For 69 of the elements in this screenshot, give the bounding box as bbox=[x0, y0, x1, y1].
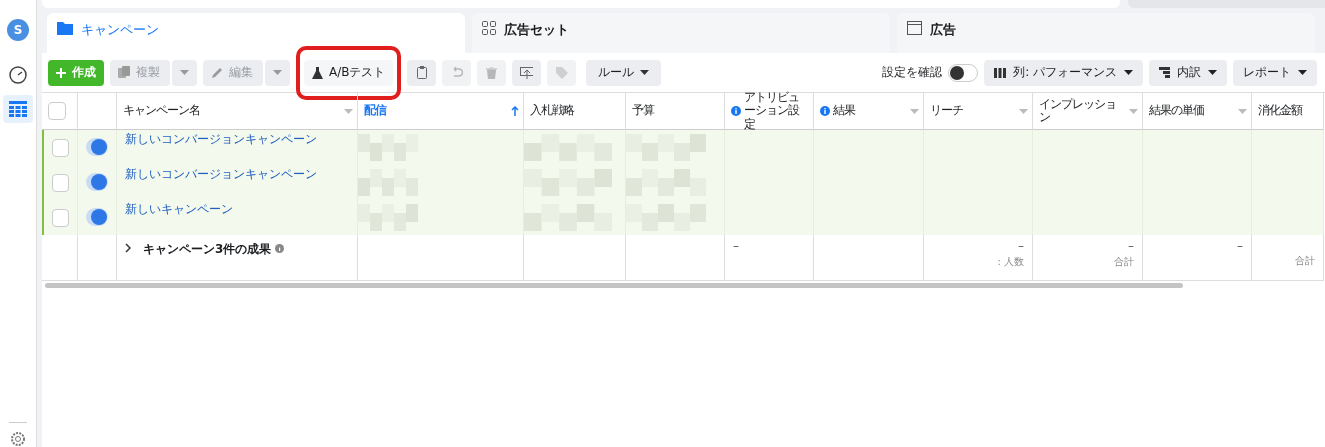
clipboard-button[interactable] bbox=[407, 59, 437, 86]
caret-icon bbox=[1129, 108, 1138, 114]
table-cell bbox=[42, 235, 78, 281]
breakdown-dropdown[interactable]: 内訳 bbox=[1149, 59, 1227, 86]
tab[interactable]: 広告 bbox=[897, 13, 1315, 53]
chevron-right-icon[interactable] bbox=[125, 243, 131, 253]
folder-icon bbox=[57, 21, 73, 35]
dropdown-button[interactable] bbox=[172, 59, 197, 86]
tag-icon bbox=[556, 66, 568, 79]
table-cell bbox=[1252, 130, 1324, 165]
caret-icon bbox=[1298, 70, 1307, 75]
export-icon bbox=[520, 66, 534, 79]
report-dropdown[interactable]: レポート bbox=[1233, 59, 1317, 86]
total-note: 合計 bbox=[1295, 254, 1315, 268]
total-note: : 人数 bbox=[997, 255, 1024, 269]
copy-icon bbox=[118, 66, 130, 79]
caret-icon bbox=[180, 70, 189, 75]
caret-icon bbox=[1124, 70, 1133, 75]
rules-button[interactable]: ルール bbox=[586, 59, 662, 86]
total-note: 合計 bbox=[1114, 255, 1134, 269]
campaign-toggle[interactable] bbox=[86, 208, 108, 226]
gauge-icon bbox=[9, 66, 27, 84]
total-value: – bbox=[1128, 239, 1134, 253]
campaign-link[interactable]: 新しいキャンペーン bbox=[125, 201, 233, 218]
campaign-link[interactable]: 新しいコンバージョンキャンペーン bbox=[125, 166, 317, 183]
window-icon bbox=[907, 21, 922, 35]
campaign-toggle[interactable] bbox=[86, 138, 108, 156]
clipboard-icon bbox=[417, 66, 427, 79]
flask-icon bbox=[312, 66, 323, 79]
row-checkbox[interactable] bbox=[52, 174, 69, 192]
ab-test-button[interactable]: A/Bテスト bbox=[304, 59, 394, 86]
table-cell bbox=[1252, 200, 1324, 235]
info-icon bbox=[731, 106, 741, 116]
review-toggle[interactable] bbox=[948, 63, 979, 82]
tab[interactable]: キャンペーン bbox=[47, 13, 465, 53]
row-checkbox[interactable] bbox=[52, 209, 69, 227]
total-value: – bbox=[733, 239, 739, 253]
trash-icon bbox=[486, 66, 498, 79]
undo-icon bbox=[451, 67, 463, 78]
columns-dropdown[interactable]: 列: パフォーマンス bbox=[984, 59, 1143, 86]
caret-icon bbox=[640, 70, 650, 75]
info-icon bbox=[820, 106, 830, 116]
caret-icon bbox=[273, 70, 282, 75]
tab[interactable]: 広告セット bbox=[472, 13, 890, 53]
scrollbar[interactable] bbox=[45, 283, 1183, 288]
plus-icon bbox=[56, 67, 66, 78]
caret-icon bbox=[1208, 70, 1217, 75]
table-icon bbox=[9, 101, 27, 117]
breakdown-icon bbox=[1159, 67, 1170, 78]
sort-arrow-icon bbox=[511, 106, 519, 116]
caret-icon bbox=[1019, 108, 1028, 114]
review-label: 設定を確認 bbox=[882, 64, 943, 81]
grid-icon bbox=[482, 21, 496, 35]
info-icon bbox=[275, 244, 285, 253]
select-all-checkbox[interactable] bbox=[48, 102, 66, 120]
total-value: – bbox=[1018, 239, 1024, 253]
campaign-toggle[interactable] bbox=[86, 173, 108, 191]
total-value: – bbox=[1237, 239, 1243, 253]
campaign-link[interactable]: 新しいコンバージョンキャンペーン bbox=[125, 131, 317, 148]
export-button[interactable] bbox=[512, 59, 542, 86]
row-checkbox[interactable] bbox=[52, 139, 69, 157]
dropdown-button[interactable] bbox=[265, 59, 290, 86]
summary-label: キャンペーン3件の成果 bbox=[143, 241, 272, 258]
pencil-icon bbox=[211, 66, 223, 79]
caret-icon bbox=[910, 108, 919, 114]
columns-icon bbox=[994, 67, 1007, 78]
settings-icon[interactable] bbox=[10, 431, 26, 447]
caret-icon bbox=[344, 108, 353, 114]
caret-icon bbox=[1238, 108, 1247, 114]
